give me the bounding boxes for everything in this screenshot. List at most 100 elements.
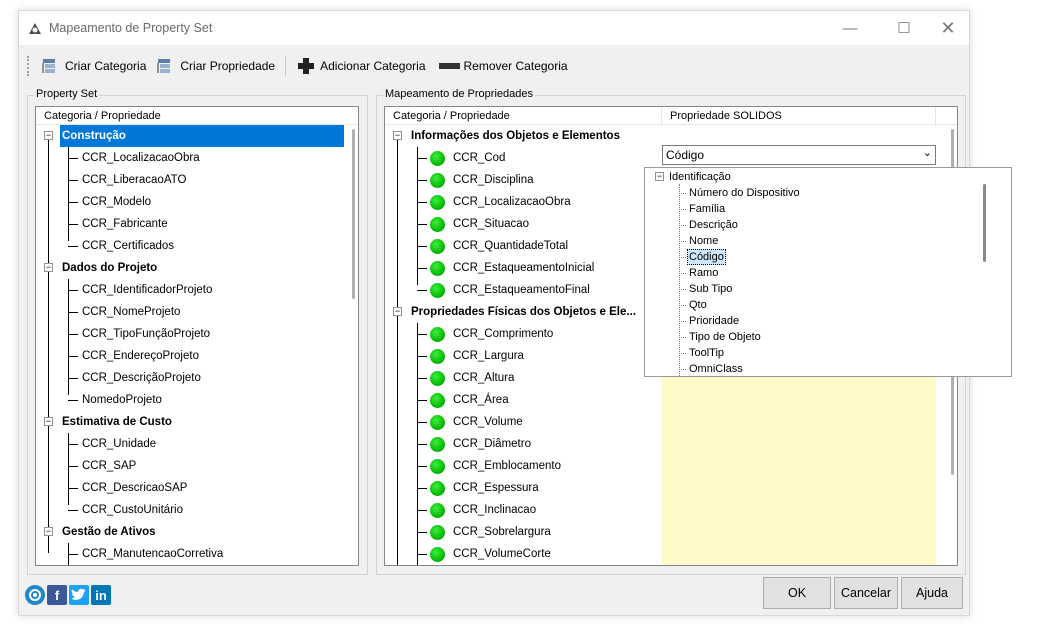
dropdown-option[interactable]: Sub Tipo	[689, 281, 732, 297]
remover-categoria-button[interactable]: Remover Categoria	[433, 55, 571, 77]
tree-branch	[679, 225, 686, 226]
tree-item[interactable]: CCR_Certificados	[82, 235, 174, 257]
tree-branch	[68, 158, 78, 159]
tree-item[interactable]: CCR_Situacao	[453, 213, 529, 235]
dropdown-option[interactable]: Família	[689, 201, 725, 217]
tree-item[interactable]: CCR_LocalizacaoObra	[453, 191, 571, 213]
minimize-button[interactable]: —	[827, 11, 873, 45]
tree-item[interactable]: CCR_EstaqueamentoInicial	[453, 257, 594, 279]
dropdown-option-selected[interactable]: Código	[687, 249, 726, 265]
expander-icon[interactable]: −	[393, 131, 402, 140]
criar-categoria-label: Criar Categoria	[65, 59, 147, 73]
create-property-icon	[157, 59, 171, 73]
create-category-icon	[42, 59, 55, 73]
expander-icon[interactable]: −	[44, 131, 53, 140]
close-button[interactable]: ✕	[925, 11, 971, 45]
tree-item[interactable]: CCR_LocalizacaoObra	[82, 147, 200, 169]
expander-icon[interactable]: −	[44, 527, 53, 536]
tree-item[interactable]: CCR_SAP	[82, 455, 136, 477]
tree-branch	[68, 246, 78, 247]
tree-item[interactable]: CCR_Altura	[453, 367, 514, 389]
tree-category-informacoes[interactable]: Informações dos Objetos e Elementos	[411, 125, 620, 147]
tree-category-dados-do-projeto[interactable]: Dados do Projeto	[62, 257, 157, 279]
tree-item[interactable]: CCR_Unidade	[82, 433, 156, 455]
tree-item[interactable]: CCR_Comprimento	[453, 323, 553, 345]
expander-icon[interactable]: −	[655, 172, 664, 181]
tree-branch	[417, 378, 427, 379]
tree-item[interactable]: CCR_Volume	[453, 411, 523, 433]
dropdown-option[interactable]: Descrição	[689, 217, 738, 233]
ok-button[interactable]: OK	[763, 577, 831, 609]
header-propriedade-solidos[interactable]: Propriedade SOLIDOS	[662, 107, 936, 125]
tree-item[interactable]: CCR_DescriçãoProjeto	[82, 367, 201, 389]
tree-item[interactable]: CCR_IdentificadorProjeto	[82, 279, 212, 301]
property-set-label: Property Set	[34, 88, 100, 100]
expander-icon[interactable]: −	[393, 307, 402, 316]
tree-branch	[68, 290, 78, 291]
tree-item[interactable]: CCR_LiberacaoATO	[82, 169, 186, 191]
tree-line	[68, 147, 69, 241]
tree-item[interactable]: CCR_Emblocamento	[453, 455, 561, 477]
tree-item[interactable]: CCR_Sobrelargura	[453, 521, 551, 543]
criar-propriedade-button[interactable]: Criar Propriedade	[153, 55, 278, 77]
maximize-button[interactable]: ☐	[881, 11, 927, 45]
tree-item[interactable]: CCR_Espessura	[453, 477, 539, 499]
tree-item[interactable]: CCR_Área	[453, 389, 509, 411]
dropdown-option[interactable]: Nome	[689, 233, 718, 249]
expander-icon[interactable]: −	[44, 263, 53, 272]
tree-branch	[68, 554, 78, 555]
cancel-button[interactable]: Cancelar	[834, 577, 898, 609]
header-categoria-propriedade[interactable]: Categoria / Propriedade	[385, 107, 662, 125]
tree-item[interactable]: CCR_TipoFunçãoProjeto	[82, 323, 210, 345]
property-combobox[interactable]: Código ⌄	[662, 145, 936, 165]
left-scrollbar[interactable]	[352, 129, 355, 299]
tree-item[interactable]: CCR_EstaqueamentoFinal	[453, 279, 590, 301]
app-logo-icon[interactable]	[25, 585, 45, 605]
tree-item[interactable]: CCR_VolumeCorte	[453, 543, 551, 565]
adicionar-categoria-button[interactable]: Adicionar Categoria	[293, 55, 428, 77]
tree-item[interactable]: CCR_Modelo	[82, 191, 151, 213]
tree-branch	[417, 334, 427, 335]
criar-categoria-button[interactable]: Criar Categoria	[38, 55, 149, 77]
tree-branch	[679, 241, 686, 242]
tree-item[interactable]: CCR_Cod	[453, 147, 505, 169]
dropdown-option[interactable]: ToolTip	[689, 345, 724, 361]
tree-category-estimativa-de-custo[interactable]: Estimativa de Custo	[62, 411, 172, 433]
dropdown-option[interactable]: Ramo	[689, 265, 718, 281]
tree-item[interactable]: CCR_Diâmetro	[453, 433, 531, 455]
tree-item[interactable]: CCR_DescricaoSAP	[82, 477, 187, 499]
status-ok-icon	[430, 261, 445, 276]
help-button[interactable]: Ajuda	[901, 577, 963, 609]
expander-icon[interactable]: −	[44, 417, 53, 426]
dropdown-scrollbar[interactable]	[983, 184, 986, 262]
dropdown-option[interactable]: Tipo de Objeto	[689, 329, 761, 345]
tree-branch	[68, 334, 78, 335]
header-categoria-propriedade[interactable]: Categoria / Propriedade	[36, 107, 358, 125]
linkedin-icon[interactable]: in	[91, 585, 111, 605]
dropdown-option[interactable]: OmniClass	[689, 361, 743, 376]
app-icon	[29, 23, 41, 34]
twitter-icon[interactable]	[69, 585, 89, 605]
tree-item[interactable]: CCR_QuantidadeTotal	[453, 235, 568, 257]
property-set-tree[interactable]: Categoria / Propriedade − Construção CCR…	[35, 106, 359, 566]
dropdown-root-identificacao[interactable]: Identificação	[669, 169, 731, 185]
facebook-icon[interactable]: f	[47, 585, 67, 605]
chevron-down-icon[interactable]: ⌄	[923, 146, 932, 159]
tree-item[interactable]: CCR_CustoUnitário	[82, 499, 183, 521]
tree-item[interactable]: CCR_NomeProjeto	[82, 301, 180, 323]
tree-category-gestao-de-ativos[interactable]: Gestão de Ativos	[62, 521, 156, 543]
tree-item[interactable]: CCR_Disciplina	[453, 169, 534, 191]
dropdown-option[interactable]: Número do Dispositivo	[689, 185, 800, 201]
status-ok-icon	[430, 371, 445, 386]
tree-item[interactable]: CCR_Fabricante	[82, 213, 168, 235]
property-dropdown-list[interactable]: − Identificação Número do Dispositivo Fa…	[644, 167, 1012, 377]
tree-item[interactable]: CCR_EndereçoProjeto	[82, 345, 199, 367]
dropdown-option[interactable]: Qto	[689, 297, 707, 313]
dropdown-option[interactable]: Prioridade	[689, 313, 739, 329]
tree-item[interactable]: CCR_ManutencaoCorretiva	[82, 543, 223, 565]
tree-category-propriedades-fisicas[interactable]: Propriedades Físicas dos Objetos e Ele..…	[411, 301, 636, 323]
tree-item[interactable]: CCR_Inclinacao	[453, 499, 536, 521]
tree-item[interactable]: CCR_Largura	[453, 345, 524, 367]
tree-category-construcao[interactable]: Construção	[60, 125, 344, 147]
tree-item[interactable]: NomedoProjeto	[82, 389, 162, 411]
